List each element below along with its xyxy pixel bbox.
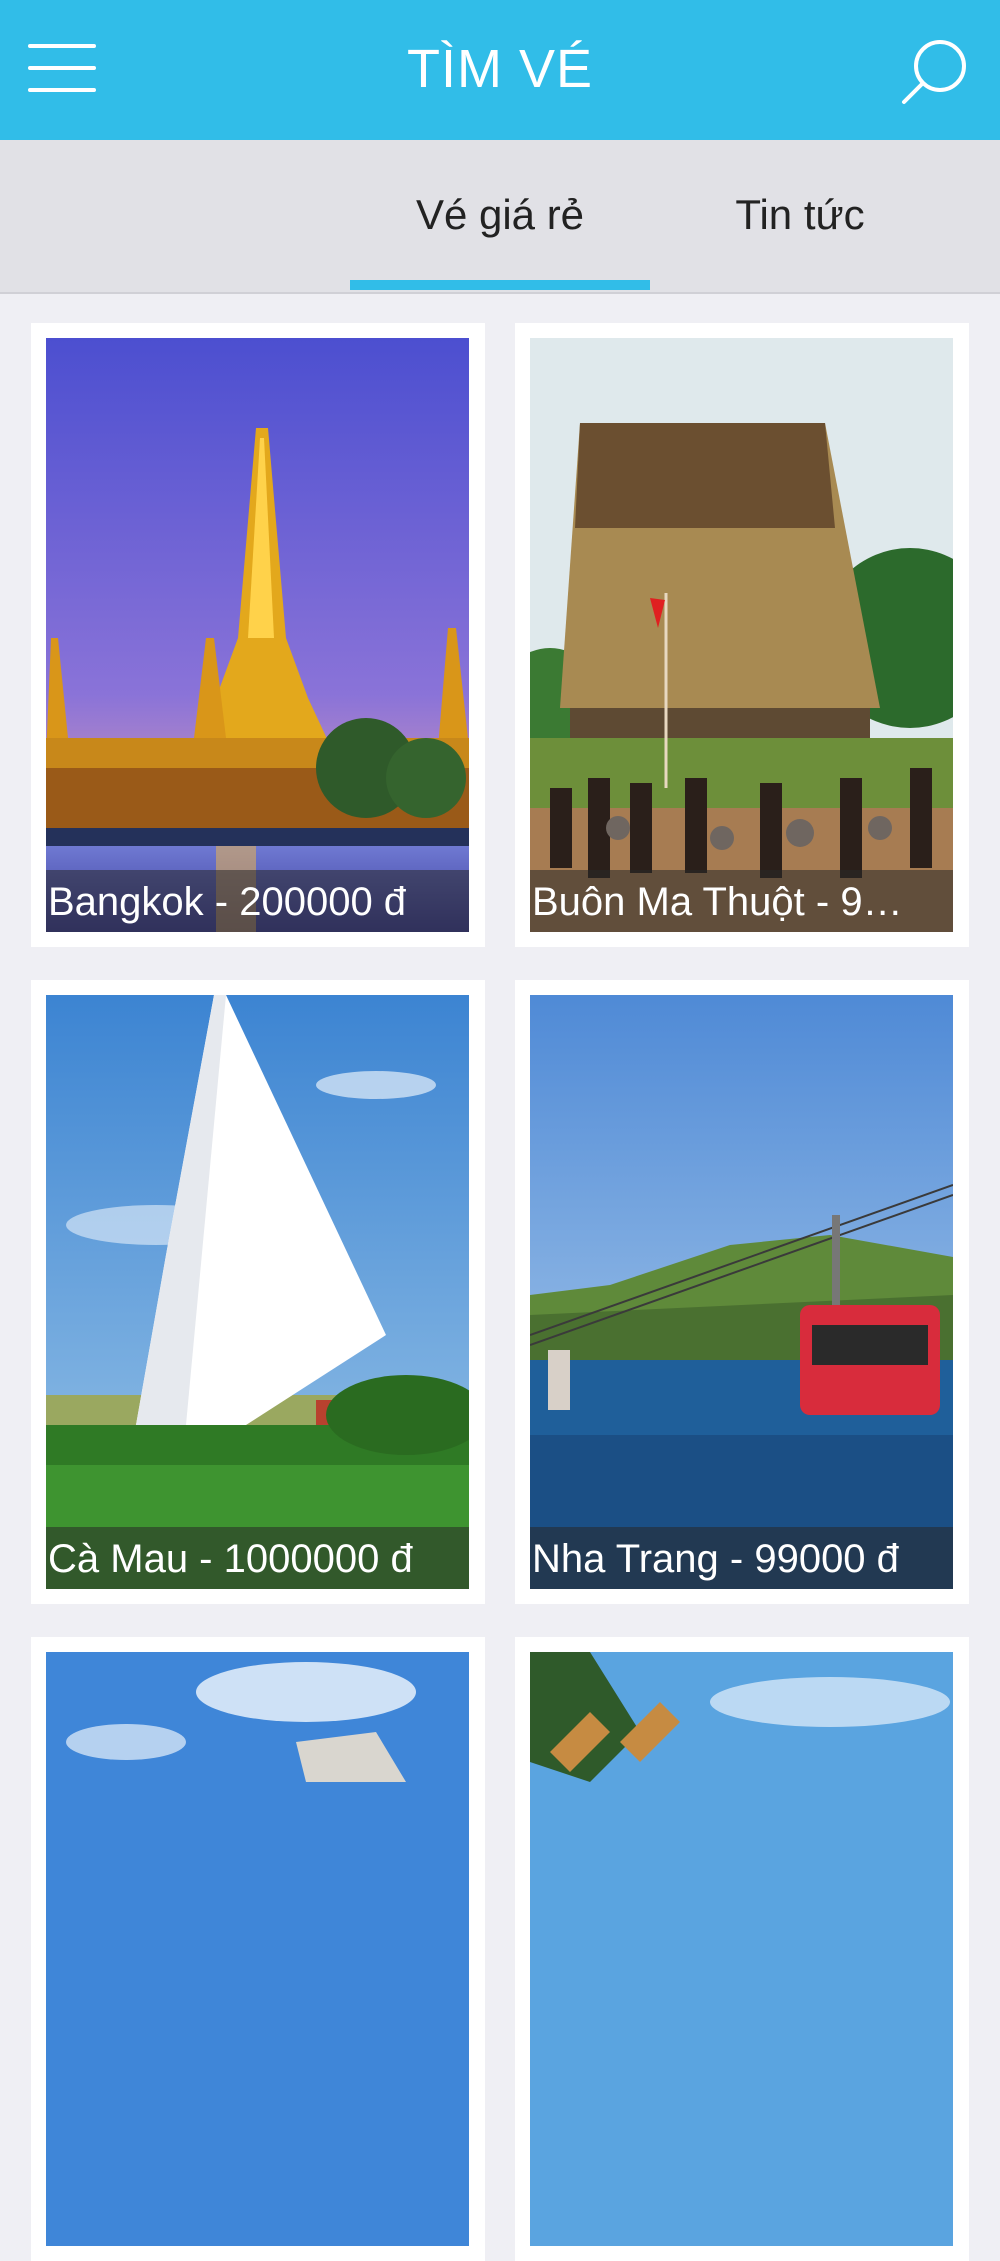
ticket-card[interactable]: Bangkok - 200000 đ — [31, 323, 485, 947]
ticket-caption: Cà Mau - 1000000 đ — [46, 1527, 469, 1589]
bangkok-temple-photo: Bangkok - 200000 đ — [46, 338, 469, 932]
ticket-caption: Buôn Ma Thuột - 9… — [530, 870, 953, 932]
tab-cheap-tickets[interactable]: Vé giá rẻ — [350, 140, 650, 292]
windmill-photo — [530, 1652, 953, 2246]
ticket-caption: Bangkok - 200000 đ — [46, 870, 469, 932]
active-tab-indicator — [350, 280, 650, 290]
buon-ma-thuot-longhouse-photo: Buôn Ma Thuột - 9… — [530, 338, 953, 932]
ticket-card[interactable] — [515, 1637, 969, 2261]
page-title: TÌM VÉ — [406, 39, 593, 99]
top-app-bar: TÌM VÉ — [0, 0, 1000, 140]
search-icon[interactable] — [900, 38, 970, 106]
ticket-card[interactable]: Buôn Ma Thuột - 9… — [515, 323, 969, 947]
city-skyline-photo — [46, 1652, 469, 2246]
ticket-card[interactable]: Nha Trang - 99000 đ — [515, 980, 969, 1604]
tab-news[interactable]: Tin tức — [650, 140, 950, 292]
tab-bar: Vé giá rẻ Tin tức — [0, 140, 1000, 294]
ticket-card[interactable]: Cà Mau - 1000000 đ — [31, 980, 485, 1604]
ticket-caption: Nha Trang - 99000 đ — [530, 1527, 953, 1589]
ca-mau-monument-photo: Cà Mau - 1000000 đ — [46, 995, 469, 1589]
nha-trang-cable-car-photo: Nha Trang - 99000 đ — [530, 995, 953, 1589]
ticket-card[interactable] — [31, 1637, 485, 2261]
